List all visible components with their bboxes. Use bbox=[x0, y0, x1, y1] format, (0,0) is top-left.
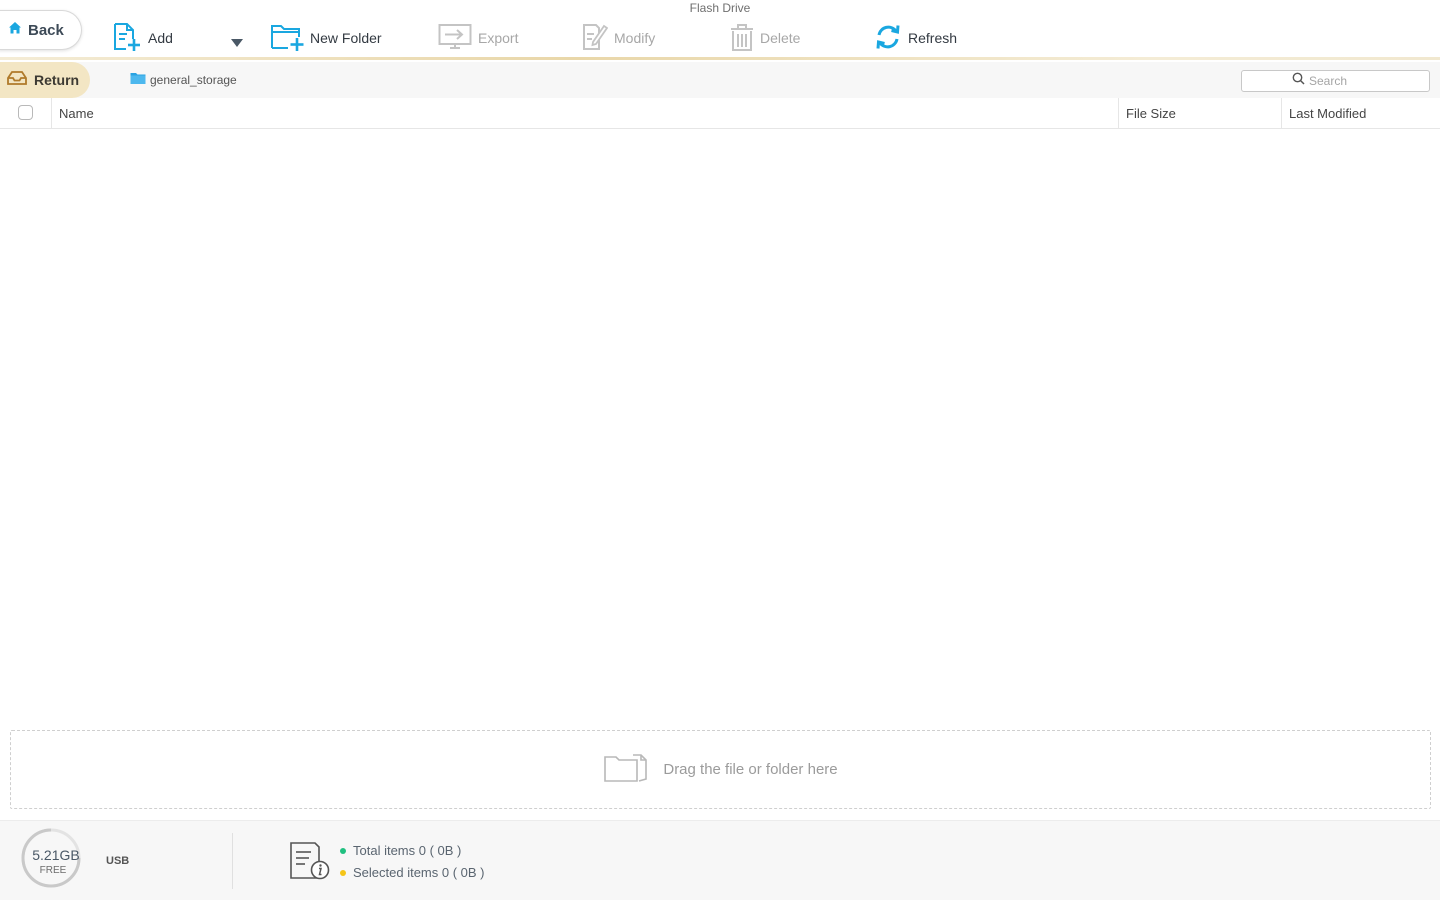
document-info-icon bbox=[289, 841, 331, 886]
device-name: USB bbox=[106, 855, 130, 867]
search-input[interactable] bbox=[1309, 74, 1379, 88]
refresh-icon bbox=[874, 22, 902, 52]
drop-zone-label: Drag the file or folder here bbox=[663, 761, 838, 778]
edit-document-icon bbox=[582, 22, 608, 52]
add-label: Add bbox=[148, 30, 173, 46]
new-folder-icon bbox=[270, 22, 304, 52]
path-bar: Return general_storage bbox=[0, 62, 1440, 98]
storage-free-label: FREE bbox=[39, 865, 67, 876]
status-footer: 5.21GB FREE USB Total items 0 ( 0B ) Sel… bbox=[0, 820, 1440, 900]
file-list-area[interactable] bbox=[0, 130, 1440, 725]
total-items-status: Total items 0 ( 0B ) bbox=[340, 843, 461, 858]
total-items-text: Total items 0 ( 0B ) bbox=[353, 843, 462, 858]
export-icon bbox=[438, 22, 472, 52]
export-button[interactable]: Export bbox=[438, 18, 518, 52]
file-table-header: Name File Size Last Modified bbox=[0, 98, 1440, 129]
delete-label: Delete bbox=[760, 30, 801, 46]
file-manager-window: Flash Drive Back Add New Folder Export M… bbox=[0, 0, 1440, 900]
export-label: Export bbox=[478, 30, 519, 46]
inbox-tray-icon bbox=[6, 69, 28, 92]
total-items-dot bbox=[340, 847, 346, 854]
back-label: Back bbox=[28, 21, 64, 39]
toolbar: Flash Drive Back Add New Folder Export M… bbox=[0, 0, 1440, 60]
breadcrumb-label: general_storage bbox=[150, 73, 237, 87]
selected-items-text: Selected items 0 ( 0B ) bbox=[353, 865, 485, 880]
refresh-button[interactable]: Refresh bbox=[874, 18, 957, 52]
trash-icon bbox=[730, 22, 754, 52]
selected-items-status: Selected items 0 ( 0B ) bbox=[340, 865, 485, 880]
return-button[interactable]: Return bbox=[0, 62, 90, 98]
column-header-file-size[interactable]: File Size bbox=[1119, 98, 1281, 128]
storage-free-space: 5.21GB bbox=[32, 847, 80, 863]
home-icon bbox=[8, 21, 22, 40]
window-title: Flash Drive bbox=[689, 1, 751, 15]
folder-icon bbox=[130, 71, 146, 90]
modify-label: Modify bbox=[614, 30, 656, 46]
select-all-checkbox[interactable] bbox=[18, 105, 33, 120]
drop-zone[interactable]: Drag the file or folder here bbox=[10, 730, 1431, 809]
add-button[interactable]: Add bbox=[112, 18, 173, 52]
modify-button[interactable]: Modify bbox=[582, 18, 655, 52]
folder-drop-icon bbox=[603, 751, 649, 788]
back-button[interactable]: Back bbox=[0, 10, 82, 50]
footer-divider bbox=[232, 833, 233, 889]
delete-button[interactable]: Delete bbox=[730, 18, 800, 52]
add-file-icon bbox=[112, 22, 142, 52]
return-label: Return bbox=[34, 72, 80, 88]
new-folder-label: New Folder bbox=[310, 30, 382, 46]
breadcrumb-current-folder[interactable]: general_storage bbox=[130, 72, 237, 88]
refresh-label: Refresh bbox=[908, 30, 958, 46]
new-folder-button[interactable]: New Folder bbox=[270, 18, 382, 52]
add-dropdown-arrow-icon[interactable] bbox=[230, 35, 244, 47]
column-header-last-modified[interactable]: Last Modified bbox=[1282, 98, 1440, 128]
search-box[interactable] bbox=[1241, 70, 1430, 92]
selected-items-dot bbox=[340, 869, 346, 876]
search-icon bbox=[1292, 72, 1305, 90]
column-header-name[interactable]: Name bbox=[52, 98, 1118, 128]
